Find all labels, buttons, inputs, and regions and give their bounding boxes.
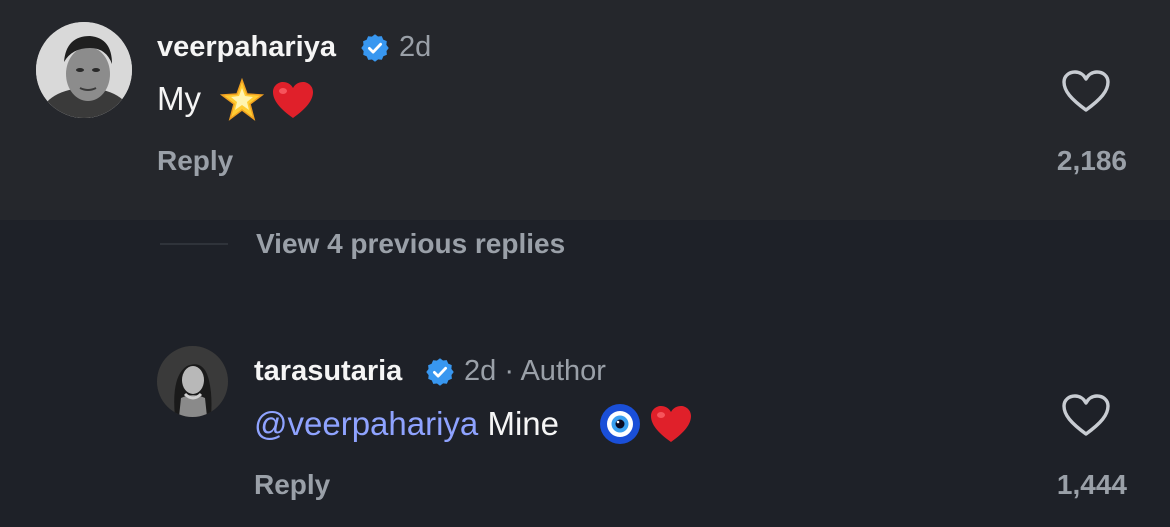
- comment-time: 2d: [464, 355, 497, 387]
- verified-badge-icon: [425, 357, 455, 392]
- verified-badge-icon: [360, 33, 390, 68]
- avatar[interactable]: [157, 346, 228, 417]
- comment-username[interactable]: veerpahariya: [157, 31, 336, 64]
- like-count: 1,444: [1056, 469, 1127, 500]
- reply-button[interactable]: Reply: [157, 145, 233, 177]
- like-heart-icon[interactable]: [1061, 393, 1111, 442]
- comment-body: Mine: [487, 405, 559, 442]
- comment-body: My: [157, 80, 201, 117]
- view-previous-replies-button[interactable]: View 4 previous replies: [256, 228, 565, 260]
- glowing-star-icon: [219, 77, 265, 127]
- nazar-amulet-icon: [598, 402, 642, 451]
- avatar[interactable]: [36, 22, 132, 118]
- like-heart-icon[interactable]: [1061, 69, 1111, 118]
- comment-time: 2d: [399, 31, 432, 63]
- comment-text: @veerpahariya Mine: [254, 405, 559, 443]
- red-heart-icon: [649, 404, 693, 449]
- author-label: Author: [520, 355, 606, 387]
- meta-separator: ·: [504, 355, 514, 387]
- like-count: 2,186: [1056, 145, 1127, 176]
- reply-button[interactable]: Reply: [254, 469, 330, 501]
- divider: [160, 243, 228, 245]
- comment-meta: 2d · Author: [464, 355, 606, 388]
- comment-text: My: [157, 80, 201, 118]
- mention-link[interactable]: @veerpahariya: [254, 405, 478, 442]
- comment-username[interactable]: tarasutaria: [254, 355, 402, 388]
- red-heart-icon: [271, 80, 315, 125]
